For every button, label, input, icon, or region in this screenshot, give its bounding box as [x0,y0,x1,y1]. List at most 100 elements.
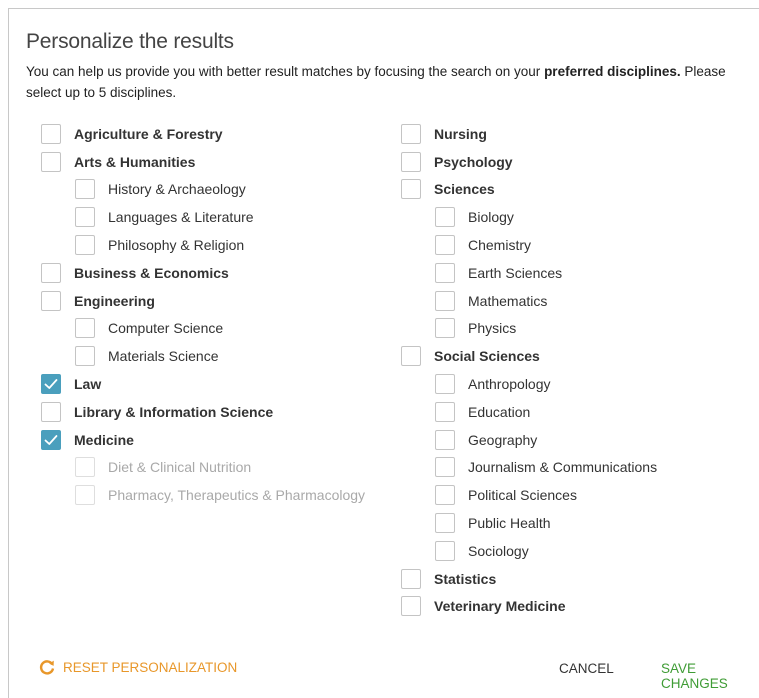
discipline-label: Agriculture & Forestry [74,125,223,142]
discipline-option-geography[interactable]: Geography [401,426,657,454]
checkbox[interactable] [435,513,455,534]
discipline-label: Chemistry [468,237,532,254]
discipline-option-history-and-archaeology[interactable]: History & Archaeology [41,176,365,204]
checkbox[interactable] [401,151,421,172]
discipline-option-languages-and-literature[interactable]: Languages & Literature [41,203,365,231]
checkbox[interactable] [435,429,455,450]
checkmark-icon [44,434,58,445]
discipline-label: Languages & Literature [108,209,254,226]
discipline-option-sociology[interactable]: Sociology [401,537,657,565]
checkbox [75,485,95,506]
checkbox[interactable] [41,123,61,144]
discipline-label: Journalism & Communications [468,459,658,476]
discipline-label: Physics [468,320,517,337]
discipline-label: Engineering [74,292,155,309]
checkbox[interactable] [435,457,455,478]
discipline-label: Geography [468,431,538,448]
checkbox[interactable] [41,429,61,450]
discipline-option-agriculture-and-forestry[interactable]: Agriculture & Forestry [41,120,365,148]
save-changes-button[interactable]: SAVE CHANGES [661,661,759,691]
dialog-footer: RESET PERSONALIZATION CANCEL SAVE CHANGE… [9,659,759,691]
discipline-option-earth-sciences[interactable]: Earth Sciences [401,259,657,287]
checkbox[interactable] [435,374,455,395]
checkbox[interactable] [75,179,95,200]
discipline-label: Philosophy & Religion [108,237,245,254]
discipline-label: Mathematics [468,292,548,309]
discipline-label: Social Sciences [434,348,540,365]
checkmark-icon [44,379,58,389]
discipline-option-arts-and-humanities[interactable]: Arts & Humanities [41,148,365,176]
discipline-label: Education [468,403,531,420]
discipline-label: Diet & Clinical Nutrition [108,459,252,476]
discipline-option-psychology[interactable]: Psychology [401,148,657,176]
checkbox[interactable] [41,151,61,172]
discipline-option-mathematics[interactable]: Mathematics [401,287,657,315]
discipline-label: Sociology [468,542,529,559]
discipline-label: Earth Sciences [468,264,563,281]
discipline-option-public-health[interactable]: Public Health [401,509,657,537]
reset-personalization-button[interactable]: RESET PERSONALIZATION [39,659,237,675]
checkbox[interactable] [401,179,421,200]
discipline-label: Psychology [434,153,513,170]
checkbox[interactable] [75,207,95,228]
refresh-icon [39,660,55,675]
discipline-label: Pharmacy, Therapeutics & Pharmacology [108,487,366,504]
discipline-option-philosophy-and-religion[interactable]: Philosophy & Religion [41,231,365,259]
discipline-option-sciences[interactable]: Sciences [401,176,657,204]
discipline-label: Public Health [468,515,551,532]
discipline-option-education[interactable]: Education [401,398,657,426]
checkbox[interactable] [401,596,421,617]
checkbox[interactable] [75,346,95,367]
checkbox[interactable] [435,401,455,422]
discipline-label: Nursing [434,125,487,142]
discipline-option-business-and-economics[interactable]: Business & Economics [41,259,365,287]
discipline-label: Computer Science [108,320,224,337]
discipline-column-left: Agriculture & Forestry Arts & Humanities H… [41,120,365,509]
discipline-option-social-sciences[interactable]: Social Sciences [401,342,657,370]
discipline-label: Political Sciences [468,487,577,504]
checkbox[interactable] [41,290,61,311]
discipline-option-law[interactable]: Law [41,370,365,398]
discipline-label: Sciences [434,181,495,198]
checkbox[interactable] [435,262,455,283]
checkbox[interactable] [435,207,455,228]
discipline-label: Veterinary Medicine [434,598,566,615]
discipline-option-statistics[interactable]: Statistics [401,565,657,593]
checkbox[interactable] [435,235,455,256]
checkbox [75,457,95,478]
discipline-option-medicine[interactable]: Medicine [41,426,365,454]
discipline-option-veterinary-medicine[interactable]: Veterinary Medicine [401,593,657,621]
checkbox[interactable] [41,401,61,422]
checkbox[interactable] [401,123,421,144]
description-text: You can help us provide you with better … [26,64,545,79]
checkbox[interactable] [41,374,61,395]
discipline-label: Statistics [434,570,497,587]
discipline-option-library-and-information-science[interactable]: Library & Information Science [41,398,365,426]
checkbox[interactable] [41,262,61,283]
personalize-dialog: Personalize the results You can help us … [8,8,759,698]
discipline-option-materials-science[interactable]: Materials Science [41,342,365,370]
checkbox[interactable] [435,318,455,339]
discipline-label: Medicine [74,431,134,448]
discipline-option-biology[interactable]: Biology [401,203,657,231]
discipline-option-political-sciences[interactable]: Political Sciences [401,481,657,509]
discipline-option-nursing[interactable]: Nursing [401,120,657,148]
checkbox[interactable] [75,235,95,256]
discipline-option-physics[interactable]: Physics [401,315,657,343]
discipline-option-engineering[interactable]: Engineering [41,287,365,315]
cancel-button[interactable]: CANCEL [559,661,614,676]
discipline-option-journalism-and-communications[interactable]: Journalism & Communications [401,454,657,482]
reset-label: RESET PERSONALIZATION [63,659,238,675]
checkbox[interactable] [401,568,421,589]
discipline-option-anthropology[interactable]: Anthropology [401,370,657,398]
discipline-column-right: Nursing Psychology Sciences Biology Chemistr… [401,120,657,620]
checkbox[interactable] [401,346,421,367]
checkbox[interactable] [75,318,95,339]
checkbox[interactable] [435,485,455,506]
checkbox[interactable] [435,540,455,561]
checkbox[interactable] [435,290,455,311]
discipline-option-chemistry[interactable]: Chemistry [401,231,657,259]
discipline-label: Biology [468,209,514,226]
discipline-option-computer-science[interactable]: Computer Science [41,315,365,343]
discipline-label: Anthropology [468,376,551,393]
